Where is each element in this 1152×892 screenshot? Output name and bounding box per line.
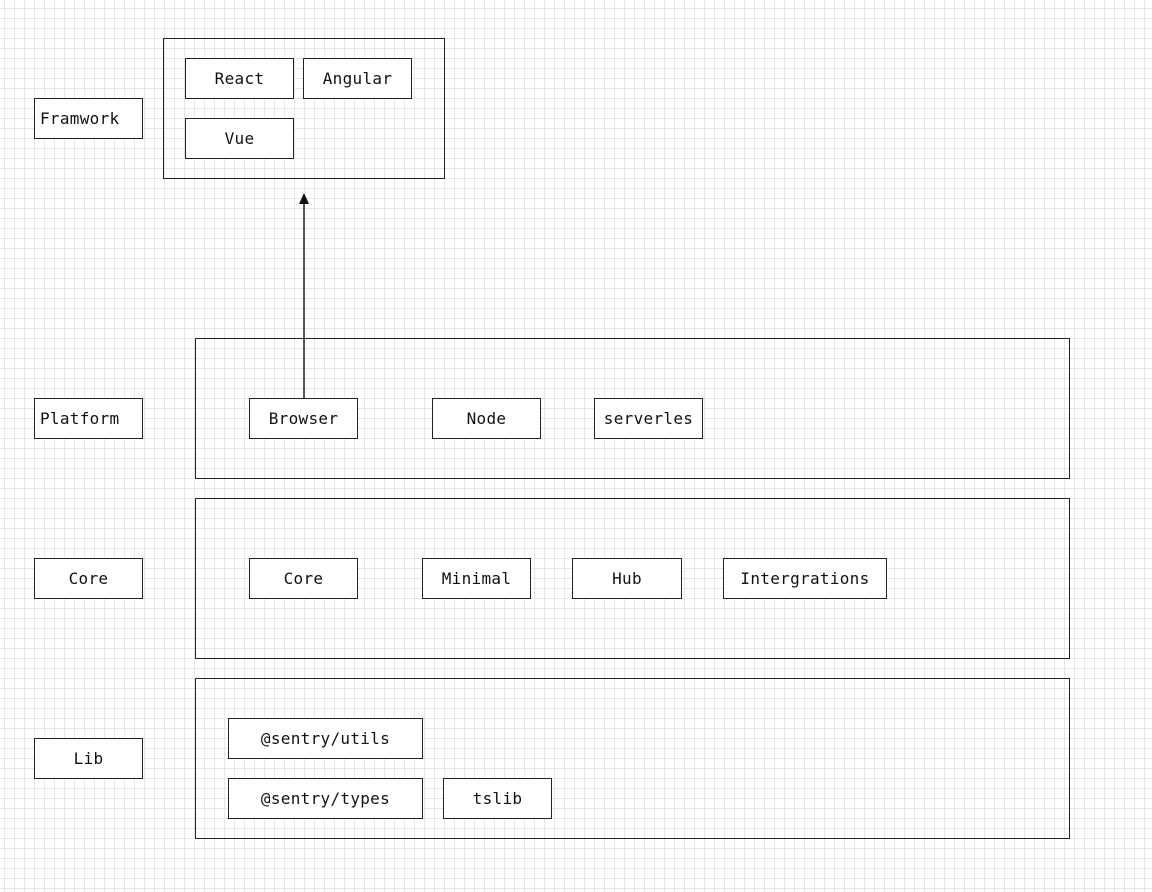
layer-label-framework: Framwork (34, 98, 143, 139)
node-integrations: Intergrations (723, 558, 887, 599)
arrow-head-icon (299, 193, 309, 204)
node-core: Core (249, 558, 358, 599)
layer-label-platform: Platform (34, 398, 143, 439)
node-angular: Angular (303, 58, 412, 99)
node-minimal: Minimal (422, 558, 531, 599)
node-sentry-utils: @sentry/utils (228, 718, 423, 759)
node-node: Node (432, 398, 541, 439)
node-tslib: tslib (443, 778, 552, 819)
layer-label-core: Core (34, 558, 143, 599)
node-serverless: serverles (594, 398, 703, 439)
layer-label-lib: Lib (34, 738, 143, 779)
node-sentry-types: @sentry/types (228, 778, 423, 819)
node-vue: Vue (185, 118, 294, 159)
node-hub: Hub (572, 558, 682, 599)
node-react: React (185, 58, 294, 99)
node-browser: Browser (249, 398, 358, 439)
